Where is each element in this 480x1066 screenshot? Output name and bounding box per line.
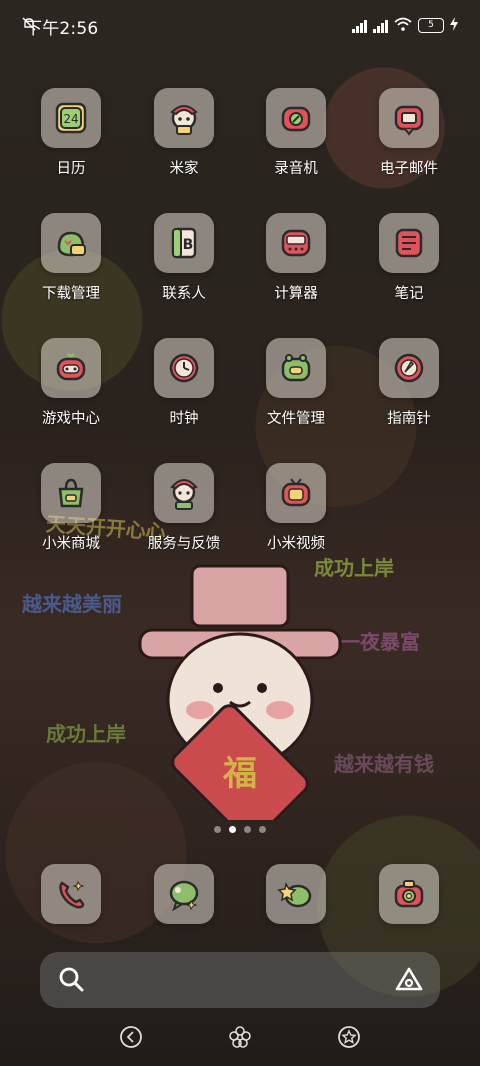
app-label: 录音机 [274, 161, 318, 177]
page-dot[interactable] [259, 826, 266, 833]
app-download[interactable]: 下载管理 [16, 213, 126, 323]
app-compass[interactable]: 指南针 [354, 338, 464, 448]
svg-text:24: 24 [63, 112, 78, 126]
app-calculator[interactable]: 计算器 [241, 213, 351, 323]
app-label: 文件管理 [267, 411, 325, 427]
signal-icon [352, 19, 367, 33]
assistant-icon[interactable] [394, 966, 424, 996]
recorder-icon [266, 88, 326, 148]
app-mi-store[interactable]: 小米商城 [16, 463, 126, 573]
messages-icon [169, 880, 199, 912]
mi-store-icon [41, 463, 101, 523]
page-dot[interactable] [244, 826, 251, 833]
file-manager-icon [266, 338, 326, 398]
svg-text:福: 福 [222, 754, 257, 794]
nav-back-button[interactable] [118, 1024, 144, 1050]
app-label: 笔记 [394, 286, 424, 302]
app-label: 米家 [169, 161, 199, 177]
status-icons: 5 [22, 16, 458, 35]
nav-home-button[interactable] [227, 1024, 253, 1050]
app-game-center[interactable]: 游戏中心 [16, 338, 126, 448]
app-label: 小米视频 [267, 536, 325, 552]
wallpaper-text: 成功上岸 [46, 722, 126, 746]
status-bar: 下午2:56 5 [0, 0, 480, 50]
app-label: 联系人 [162, 286, 206, 302]
game-center-icon [41, 338, 101, 398]
calculator-icon [266, 213, 326, 273]
clock-icon [154, 338, 214, 398]
app-service-feedback[interactable]: 服务与反馈 [129, 463, 239, 573]
mijia-icon [154, 88, 214, 148]
battery-icon: 5 [418, 18, 444, 33]
phone-icon [59, 880, 85, 909]
app-calendar[interactable]: 24 日历 [16, 88, 126, 198]
calendar-icon: 24 [41, 88, 101, 148]
service-feedback-icon [154, 463, 214, 523]
app-label: 指南针 [387, 411, 431, 427]
app-mi-video[interactable]: 小米视频 [241, 463, 351, 573]
compass-icon [379, 338, 439, 398]
contacts-icon: B [154, 213, 214, 273]
app-label: 小米商城 [42, 536, 100, 552]
app-label: 服务与反馈 [147, 536, 221, 552]
app-label: 电子邮件 [380, 161, 438, 177]
nav-recents-button[interactable] [336, 1024, 362, 1050]
browser-icon [277, 881, 312, 908]
page-dot[interactable] [214, 826, 221, 833]
search-bar[interactable] [40, 952, 440, 1008]
app-label: 时钟 [169, 411, 199, 427]
home-flower-icon [229, 1026, 251, 1048]
app-label: 计算器 [274, 286, 318, 302]
dock-camera[interactable] [379, 864, 439, 924]
app-contacts[interactable]: B 联系人 [129, 213, 239, 323]
app-email[interactable]: 电子邮件 [354, 88, 464, 198]
signal-icon-2 [373, 19, 388, 33]
wallpaper-text: 越来越美丽 [22, 592, 122, 616]
dock-browser[interactable] [266, 864, 326, 924]
mi-video-icon [266, 463, 326, 523]
search-icon[interactable] [58, 966, 84, 996]
mute-icon [22, 17, 36, 34]
email-icon [379, 88, 439, 148]
app-recorder[interactable]: 录音机 [241, 88, 351, 198]
app-label: 下载管理 [42, 286, 100, 302]
dock-phone[interactable] [41, 864, 101, 924]
recents-star-icon [338, 1026, 360, 1048]
wallpaper-mascot: 福 [130, 560, 350, 842]
app-clock[interactable]: 时钟 [129, 338, 239, 448]
app-notes[interactable]: 笔记 [354, 213, 464, 323]
app-file-manager[interactable]: 文件管理 [241, 338, 351, 448]
svg-text:B: B [183, 237, 194, 253]
dock-messages[interactable] [154, 864, 214, 924]
wifi-icon [394, 16, 412, 35]
charging-icon [450, 16, 458, 35]
wallpaper-text: 一夜暴富 [340, 630, 420, 654]
page-indicator [0, 826, 480, 833]
camera-icon [394, 880, 424, 908]
app-label: 日历 [56, 161, 86, 177]
app-label: 游戏中心 [42, 411, 100, 427]
page-dot-active[interactable] [229, 826, 236, 833]
app-mijia[interactable]: 米家 [129, 88, 239, 198]
status-time: 下午2:56 [25, 19, 99, 39]
notes-icon [379, 213, 439, 273]
back-icon [120, 1026, 142, 1048]
download-icon [41, 213, 101, 273]
